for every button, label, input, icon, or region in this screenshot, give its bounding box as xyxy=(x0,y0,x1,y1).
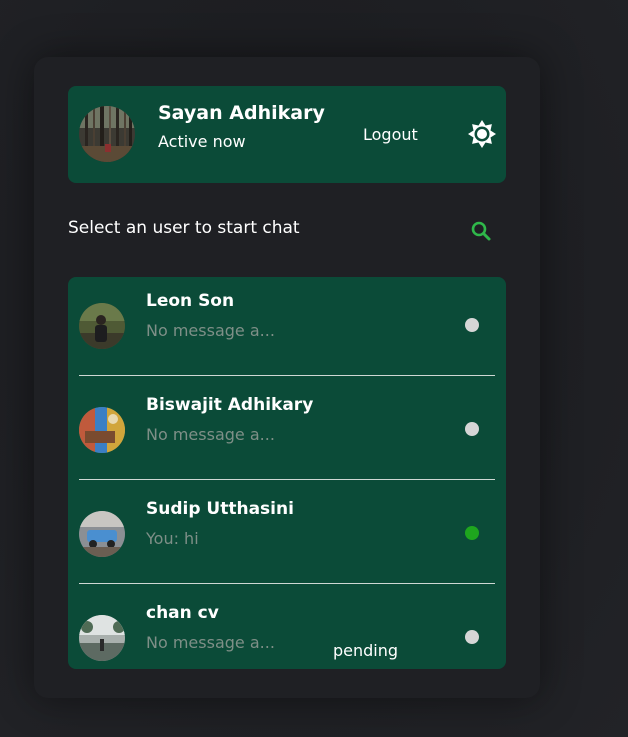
pending-badge: pending xyxy=(333,641,399,660)
last-message: No message a... xyxy=(146,321,275,340)
divider xyxy=(79,583,495,584)
current-user-status: Active now xyxy=(158,132,246,151)
gear-icon[interactable] xyxy=(467,119,497,149)
user-name: Sudip Utthasini xyxy=(146,499,294,519)
search-label: Select an user to start chat xyxy=(68,218,300,238)
user-name: Biswajit Adhikary xyxy=(146,395,314,415)
status-dot xyxy=(465,318,479,332)
divider xyxy=(79,479,495,480)
user-name: chan cv xyxy=(146,603,219,623)
status-dot xyxy=(465,630,479,644)
online-status-dot xyxy=(465,526,479,540)
logout-button[interactable]: Logout xyxy=(363,125,418,144)
status-dot xyxy=(465,422,479,436)
user-item-biswajit-adhikary[interactable]: Biswajit Adhikary No message a... xyxy=(68,381,506,485)
user-item-sudip-utthasini[interactable]: Sudip Utthasini You: hi xyxy=(68,485,506,589)
user-name: Leon Son xyxy=(146,291,235,311)
search-icon[interactable] xyxy=(470,220,492,242)
avatar xyxy=(79,511,125,557)
last-message: No message a... xyxy=(146,633,275,652)
last-message: No message a... xyxy=(146,425,275,444)
avatar xyxy=(79,615,125,661)
last-message: You: hi xyxy=(146,529,199,548)
divider xyxy=(79,375,495,376)
user-item-leon-son[interactable]: Leon Son No message a... xyxy=(68,277,506,381)
current-user-avatar xyxy=(79,106,135,162)
current-user-header: Sayan Adhikary Active now Logout xyxy=(68,86,506,183)
user-list: Leon Son No message a... Biswajit Adhika… xyxy=(68,277,506,669)
avatar xyxy=(79,303,125,349)
current-user-name: Sayan Adhikary xyxy=(158,102,325,124)
user-item-chan-cv[interactable]: chan cv No message a... pending xyxy=(68,589,506,669)
avatar xyxy=(79,407,125,453)
chat-panel: Sayan Adhikary Active now Logout Select … xyxy=(34,57,540,698)
